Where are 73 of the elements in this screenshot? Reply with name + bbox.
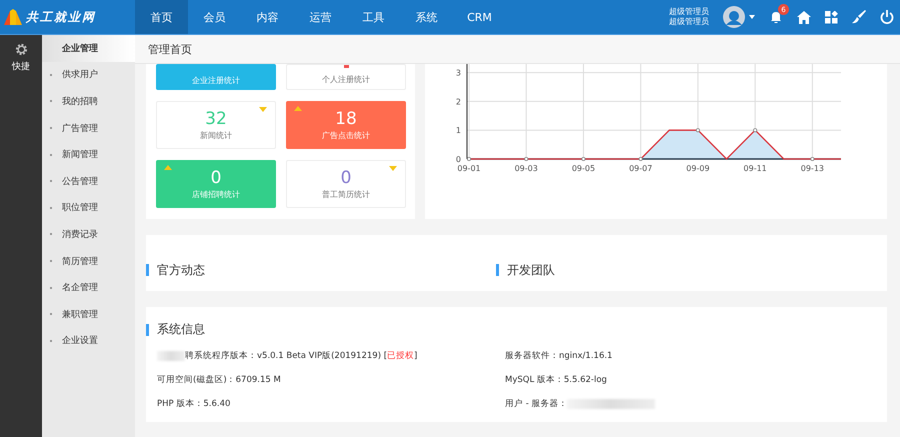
submenu-item[interactable]: 我的招聘	[42, 88, 135, 115]
stat-label: 个人注册统计	[322, 74, 370, 85]
data-point	[753, 128, 758, 132]
info-text: MySQL 版本：5.5.62-log	[505, 374, 607, 386]
title-marker	[146, 324, 149, 336]
stat-value: 32	[205, 110, 227, 128]
submenu-item[interactable]: 供求用户	[42, 62, 135, 88]
info-text: PHP 版本：5.6.40	[157, 398, 230, 410]
submenu-item[interactable]: 名企管理	[42, 274, 135, 301]
axis-label: 09-03	[514, 164, 538, 173]
title-marker	[146, 264, 149, 276]
axis-label: 09-05	[572, 164, 596, 173]
nav-tab[interactable]: 工具	[347, 0, 400, 34]
apps-icon[interactable]	[825, 10, 838, 24]
axis-label: 3	[456, 68, 461, 78]
data-point	[581, 157, 586, 161]
axis-label: 2	[456, 97, 461, 106]
info-text: 聘系统程序版本：v5.0.1 Beta VIP版(20191219) [已授权]	[185, 350, 418, 362]
axis-label: 09-01	[457, 164, 481, 173]
stat-label: 广告点击统计	[322, 130, 370, 140]
nav-tab[interactable]: CRM	[453, 0, 506, 34]
panel-title: 开发团队	[507, 262, 555, 278]
caret-icon[interactable]	[749, 15, 755, 19]
axis-label: 1	[456, 126, 461, 136]
nav-tab[interactable]: 首页	[135, 0, 188, 34]
info-text: 可用空间(磁盘区)：6709.15 M	[157, 374, 281, 386]
home-icon[interactable]	[797, 10, 811, 24]
data-point	[810, 157, 814, 161]
logo-icon	[4, 9, 22, 25]
power-icon[interactable]	[880, 10, 894, 24]
data-point	[638, 157, 643, 161]
submenu-item[interactable]: 职位管理	[42, 194, 135, 222]
axis-label: 09-11	[744, 164, 767, 173]
submenu-item[interactable]: 企业设置	[42, 328, 135, 354]
logo-text: 共工就业网	[26, 8, 96, 26]
data-point	[467, 157, 471, 161]
nav-tab[interactable]: 内容	[241, 0, 294, 34]
breadcrumb: 管理首页	[148, 42, 192, 56]
stat-value: 18	[335, 110, 357, 128]
nav-tab[interactable]: 会员	[188, 0, 241, 34]
stat-value: 0	[210, 168, 222, 186]
stat-label: 店铺招聘统计	[192, 188, 240, 200]
data-point	[696, 128, 700, 132]
title-marker	[496, 264, 499, 276]
submenu-item[interactable]: 广告管理	[42, 114, 135, 142]
axis-label: 09-09	[686, 164, 710, 173]
submenu-item[interactable]: 公告管理	[42, 168, 135, 195]
stat-label: 企业注册统计	[192, 75, 240, 86]
avatar-icon[interactable]	[723, 6, 745, 28]
axis-label: 09-13	[800, 164, 824, 173]
stat-label: 普工简历统计	[322, 188, 370, 200]
user-role: 超级管理员	[669, 17, 709, 27]
submenu-item[interactable]: 兼职管理	[42, 300, 135, 328]
bell-icon[interactable]	[769, 10, 783, 24]
submenu-item[interactable]: 消费记录	[42, 221, 135, 248]
info-text: 用户 - 服务器：	[505, 398, 568, 410]
data-point	[524, 157, 528, 161]
stat-value: 0	[340, 168, 352, 186]
panel-title: 系统信息	[157, 321, 205, 338]
nav-tab[interactable]: 运营	[294, 0, 347, 34]
rail-label[interactable]: 快捷	[12, 60, 30, 73]
submenu-item[interactable]: 企业管理	[42, 35, 135, 62]
settings-icon[interactable]	[14, 43, 28, 56]
submenu-item[interactable]: 新闻管理	[42, 141, 135, 168]
brush-icon[interactable]	[852, 10, 866, 24]
info-text: 服务器软件：nginx/1.16.1	[505, 350, 612, 362]
submenu-item[interactable]: 简历管理	[42, 248, 135, 274]
axis-label: 0	[456, 155, 461, 164]
panel-title: 官方动态	[157, 262, 205, 278]
nav-tab[interactable]: 系统	[400, 0, 453, 34]
stat-label: 新闻统计	[200, 130, 232, 140]
user-name: 超级管理员	[669, 7, 709, 17]
axis-label: 09-07	[629, 164, 652, 173]
